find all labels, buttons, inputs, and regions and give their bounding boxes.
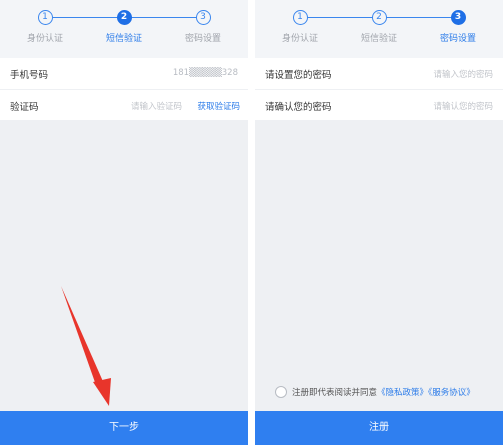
annotation-arrow-icon bbox=[61, 286, 111, 406]
screenshot-stage: 1 身份认证 2 短信验证 3 密码设置 手机号码 181▒▒▒▒▒328 验证… bbox=[0, 0, 503, 445]
